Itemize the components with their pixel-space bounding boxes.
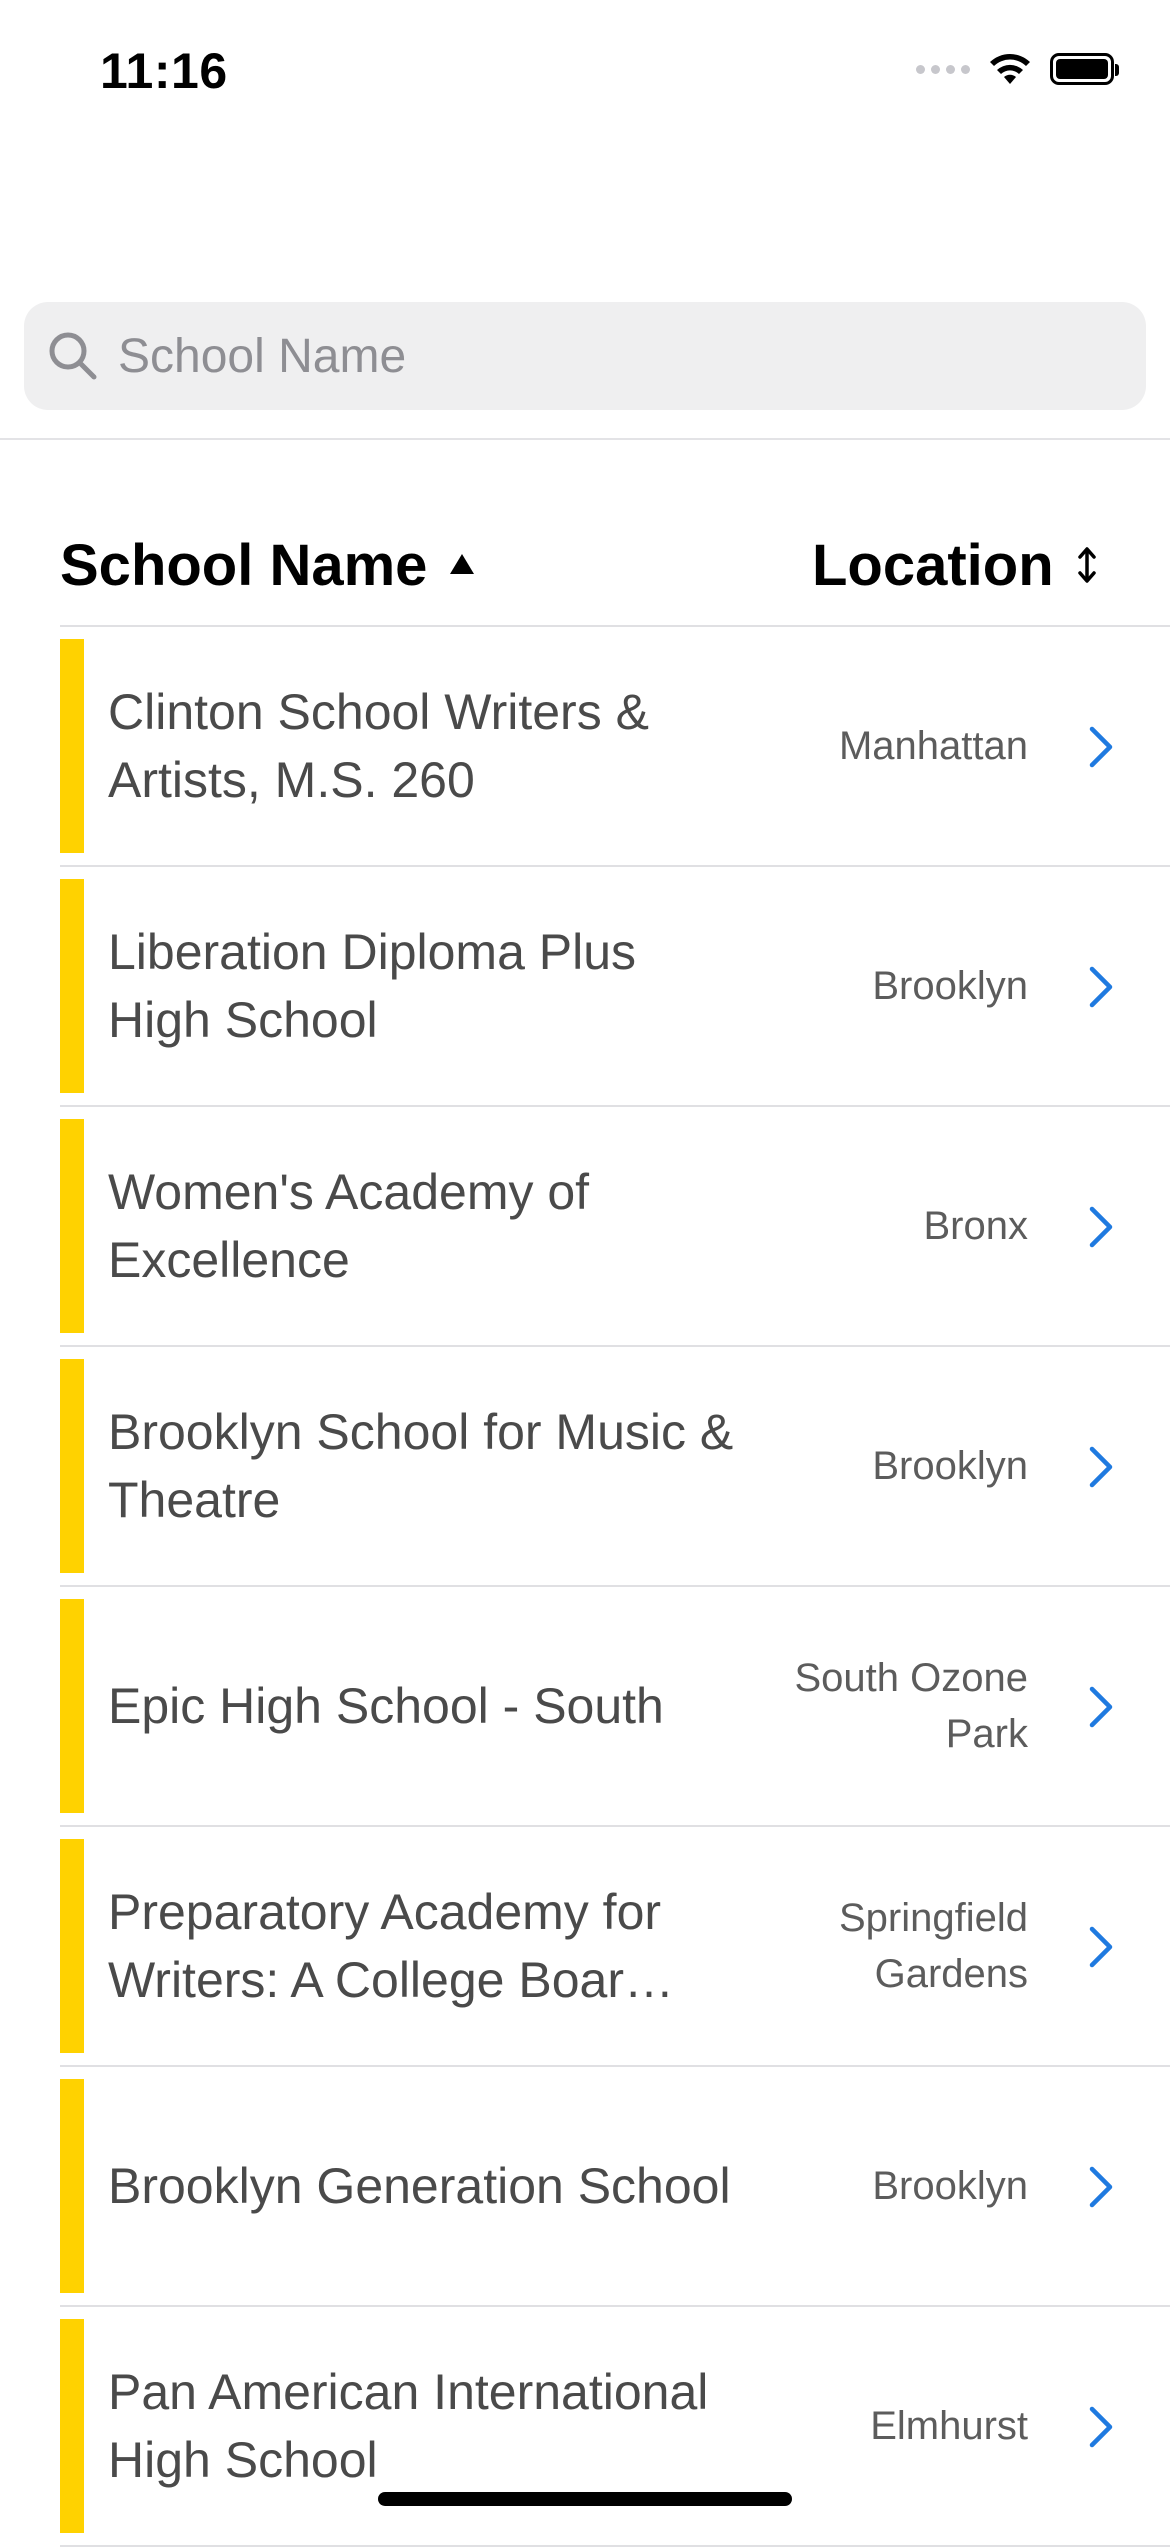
school-row[interactable]: Women's Academy of Excellence Bronx <box>60 1107 1170 1347</box>
school-list: Clinton School Writers & Artists, M.S. 2… <box>60 627 1170 2547</box>
row-accent-bar <box>60 1599 84 1813</box>
home-indicator[interactable] <box>378 2492 792 2506</box>
status-icons <box>916 52 1119 86</box>
chevron-right-icon <box>1089 2406 1113 2448</box>
chevron-right-icon <box>1089 1206 1113 1248</box>
row-accent-bar <box>60 2079 84 2293</box>
search-bar[interactable] <box>24 302 1146 410</box>
school-location: Manhattan <box>838 724 1028 768</box>
school-location: Bronx <box>923 1204 1029 1248</box>
sort-both-icon <box>1077 547 1096 583</box>
school-location: Brooklyn <box>872 964 1028 1008</box>
chevron-right-icon <box>1089 2166 1113 2208</box>
wifi-icon <box>990 54 1030 84</box>
school-row[interactable]: Pan American International High School E… <box>60 2307 1170 2547</box>
school-name: Pan American International High School <box>108 2364 709 2488</box>
school-name: Brooklyn School for Music & Theatre <box>108 1404 734 1528</box>
row-accent-bar <box>60 639 84 853</box>
row-accent-bar <box>60 1359 84 1573</box>
row-accent-bar <box>60 1119 84 1333</box>
row-accent-bar <box>60 1839 84 2053</box>
school-row[interactable]: Brooklyn School for Music & Theatre Broo… <box>60 1347 1170 1587</box>
row-accent-bar <box>60 879 84 1093</box>
chevron-right-icon <box>1089 726 1113 768</box>
school-location: Brooklyn <box>872 2164 1028 2208</box>
school-row[interactable]: Clinton School Writers & Artists, M.S. 2… <box>60 627 1170 867</box>
battery-icon <box>1050 53 1119 85</box>
search-divider <box>0 438 1170 440</box>
school-name: Brooklyn Generation School <box>108 2158 731 2214</box>
status-time: 11:16 <box>100 43 228 99</box>
search-input[interactable] <box>116 327 1070 385</box>
column-header-school-name[interactable]: School Name <box>60 530 477 600</box>
row-accent-bar <box>60 2319 84 2533</box>
school-row[interactable]: Epic High School - South South Ozone Par… <box>60 1587 1170 1827</box>
school-row[interactable]: Brooklyn Generation School Brooklyn <box>60 2067 1170 2307</box>
school-location: South Ozone Park <box>794 1656 1029 1756</box>
chevron-right-icon <box>1089 966 1113 1008</box>
status-bar: 11:16 <box>0 0 1170 150</box>
cellular-signal-icon <box>916 64 970 74</box>
chevron-right-icon <box>1089 1686 1113 1728</box>
school-name: Clinton School Writers & Artists, M.S. 2… <box>108 684 649 808</box>
school-name: Preparatory Academy for Writers: A Colle… <box>108 1884 674 2008</box>
school-row[interactable]: Preparatory Academy for Writers: A Colle… <box>60 1827 1170 2067</box>
column-header-school-name-label: School Name <box>60 532 428 598</box>
school-location: Brooklyn <box>872 1444 1028 1488</box>
column-header-location-label: Location <box>812 532 1054 598</box>
school-row[interactable]: Liberation Diploma Plus High School Broo… <box>60 867 1170 1107</box>
school-location: Elmhurst <box>870 2404 1028 2448</box>
column-header-location[interactable]: Location <box>812 530 1100 600</box>
chevron-right-icon <box>1089 1446 1113 1488</box>
school-name: Women's Academy of Excellence <box>108 1164 590 1288</box>
sort-ascending-icon <box>450 554 475 574</box>
school-location: Springfield Gardens <box>838 1896 1028 1996</box>
school-name: Liberation Diploma Plus High School <box>108 924 637 1048</box>
school-name: Epic High School - South <box>108 1678 664 1734</box>
search-icon <box>49 332 97 380</box>
chevron-right-icon <box>1089 1926 1113 1968</box>
